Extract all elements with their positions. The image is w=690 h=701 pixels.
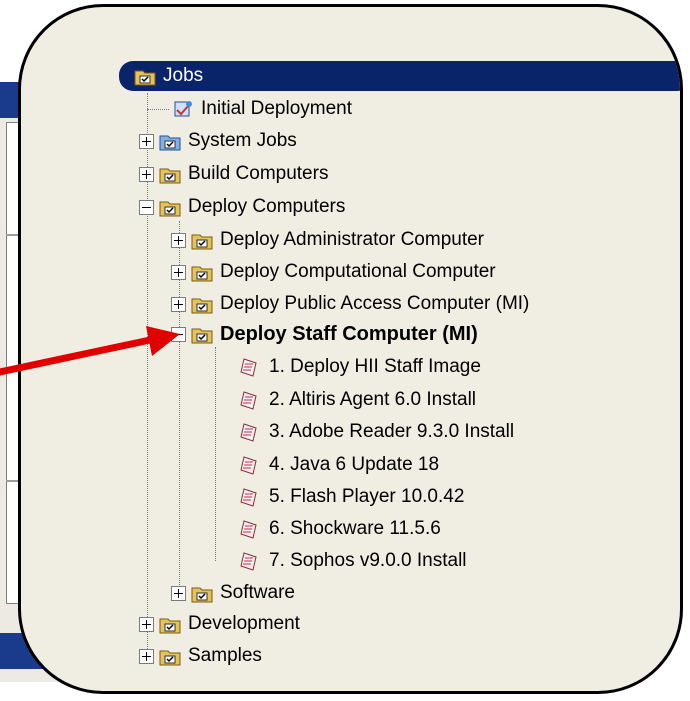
tree-node-task[interactable]: 3. Adobe Reader 9.3.0 Install bbox=[239, 418, 514, 446]
tree-node-label: System Jobs bbox=[188, 130, 297, 151]
tree-node-build-computers[interactable]: Build Computers bbox=[139, 160, 328, 188]
tree-node-deploy-administrator[interactable]: Deploy Administrator Computer bbox=[171, 226, 484, 254]
tree-node-label: 7. Sophos v9.0.0 Install bbox=[269, 550, 467, 571]
task-icon bbox=[240, 423, 257, 442]
collapse-toggle[interactable] bbox=[171, 326, 186, 342]
tree-node-deploy-staff[interactable]: Deploy Staff Computer (MI) bbox=[171, 320, 478, 348]
expand-toggle[interactable] bbox=[171, 232, 186, 248]
folder-job-icon bbox=[134, 70, 156, 86]
folder-job-icon bbox=[159, 650, 181, 666]
task-icon bbox=[240, 391, 257, 410]
collapse-toggle[interactable] bbox=[139, 199, 154, 215]
task-icon bbox=[240, 358, 257, 377]
tree-node-task[interactable]: 5. Flash Player 10.0.42 bbox=[239, 483, 464, 511]
task-icon bbox=[240, 520, 257, 539]
tree-node-label: Jobs bbox=[163, 65, 204, 86]
tree-node-label: 4. Java 6 Update 18 bbox=[269, 454, 440, 475]
tree-node-deploy-computational[interactable]: Deploy Computational Computer bbox=[171, 258, 496, 286]
tree-node-label: 2. Altiris Agent 6.0 Install bbox=[269, 389, 477, 410]
expand-toggle[interactable] bbox=[139, 616, 154, 632]
folder-job-icon bbox=[159, 201, 181, 217]
tree-node-development[interactable]: Development bbox=[139, 610, 300, 638]
expand-toggle[interactable] bbox=[171, 264, 186, 280]
tree-node-label: 6. Shockware 11.5.6 bbox=[269, 518, 441, 539]
task-icon bbox=[240, 488, 257, 507]
folder-job-icon bbox=[159, 168, 181, 184]
tree-node-task[interactable]: 2. Altiris Agent 6.0 Install bbox=[239, 386, 476, 414]
tree-node-deploy-public-access[interactable]: Deploy Public Access Computer (MI) bbox=[171, 290, 529, 318]
tree-node-task[interactable]: 4. Java 6 Update 18 bbox=[239, 451, 439, 479]
tree-node-samples[interactable]: Samples bbox=[139, 642, 262, 670]
tree-node-task[interactable]: 1. Deploy HII Staff Image bbox=[239, 353, 481, 381]
zoom-callout: Jobs Initial Deployment System Jobs Buil… bbox=[18, 4, 683, 694]
folder-job-icon bbox=[191, 234, 213, 250]
tree-node-label: Deploy Administrator Computer bbox=[220, 229, 484, 250]
folder-job-icon bbox=[191, 266, 213, 282]
tree-node-label: Software bbox=[220, 582, 295, 603]
tree-connector bbox=[215, 347, 216, 561]
tree-node-system-jobs[interactable]: System Jobs bbox=[139, 127, 297, 155]
tree-node-label: 3. Adobe Reader 9.3.0 Install bbox=[269, 421, 515, 442]
expand-toggle[interactable] bbox=[139, 166, 154, 182]
tree-node-task[interactable]: 6. Shockware 11.5.6 bbox=[239, 515, 441, 543]
expand-toggle[interactable] bbox=[171, 585, 186, 601]
initial-deployment-icon bbox=[174, 101, 192, 117]
folder-job-icon bbox=[159, 618, 181, 634]
expand-toggle[interactable] bbox=[171, 296, 186, 312]
folder-job-icon bbox=[159, 135, 181, 151]
tree-node-label: 5. Flash Player 10.0.42 bbox=[269, 486, 465, 507]
selected-row-highlight bbox=[119, 61, 680, 91]
task-icon bbox=[240, 456, 257, 475]
expand-toggle[interactable] bbox=[139, 133, 154, 149]
tree-node-label: Build Computers bbox=[188, 163, 329, 184]
task-icon bbox=[240, 552, 257, 571]
tree-node-label: Initial Deployment bbox=[201, 98, 353, 119]
tree-node-label: Samples bbox=[188, 645, 262, 666]
tree-node-initial-deployment[interactable]: Initial Deployment bbox=[147, 95, 353, 123]
expand-toggle[interactable] bbox=[139, 648, 154, 664]
folder-job-icon bbox=[191, 587, 213, 603]
tree-node-label: Deploy Staff Computer (MI) bbox=[220, 322, 478, 345]
tree-node-label: Deploy Computers bbox=[188, 196, 346, 217]
tree-node-label: Deploy Computational Computer bbox=[220, 261, 496, 282]
tree-node-label: Development bbox=[188, 613, 300, 634]
tree-node-label: Deploy Public Access Computer (MI) bbox=[220, 293, 530, 314]
tree-node-jobs[interactable]: Jobs bbox=[133, 62, 203, 90]
tree-node-deploy-computers[interactable]: Deploy Computers bbox=[139, 193, 345, 221]
folder-job-icon bbox=[191, 328, 213, 344]
tree-node-label: 1. Deploy HII Staff Image bbox=[269, 356, 481, 377]
folder-job-icon bbox=[191, 298, 213, 314]
tree-node-software[interactable]: Software bbox=[171, 579, 295, 607]
tree-node-task[interactable]: 7. Sophos v9.0.0 Install bbox=[239, 547, 467, 575]
